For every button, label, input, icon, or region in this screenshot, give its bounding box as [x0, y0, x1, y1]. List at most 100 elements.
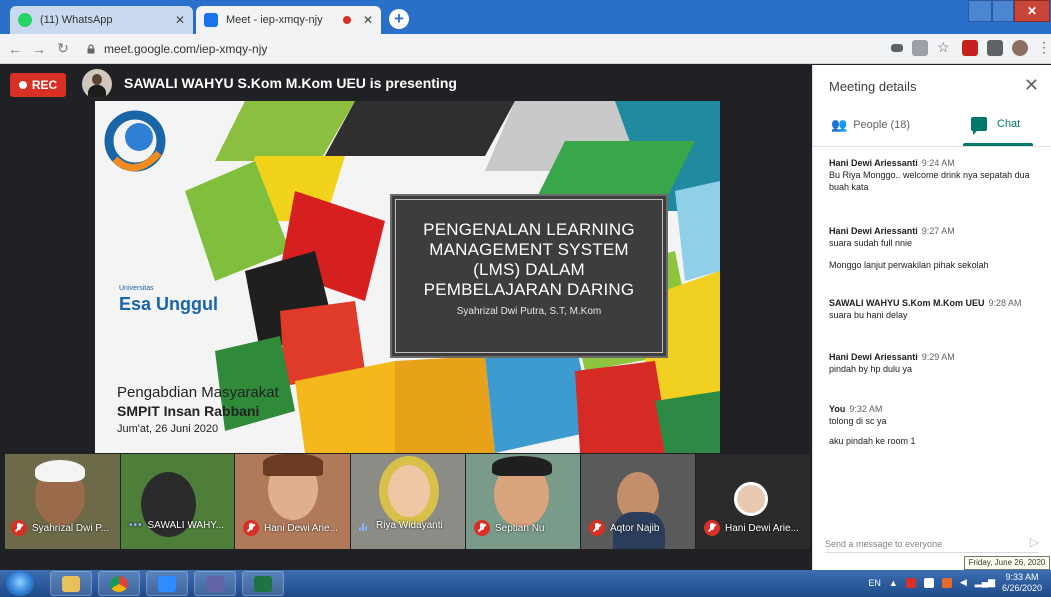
- teams-icon: [206, 575, 224, 592]
- mic-off-icon: [704, 520, 720, 536]
- mic-off-icon: [589, 520, 605, 536]
- screen: (11) WhatsApp ✕ Meet - iep-xmqy-njy ✕ + …: [0, 0, 1051, 597]
- recording-badge: REC: [10, 73, 66, 97]
- message-sender: Hani Dewi Ariessanti: [829, 226, 918, 236]
- slide-author: Syahrizal Dwi Putra, S.T, M.Kom: [456, 306, 602, 317]
- minimize-button[interactable]: [968, 0, 992, 22]
- tray-app-icon[interactable]: [905, 577, 916, 588]
- taskbar-zoom[interactable]: [146, 571, 188, 596]
- more-options-icon[interactable]: •••: [129, 520, 143, 531]
- chat-message: SAWALI WAHYU S.Kom M.Kom UEU 9:28 AM suar…: [829, 297, 1047, 321]
- participant-avatar: [734, 482, 768, 516]
- message-text: suara bu hani delay: [829, 310, 908, 320]
- people-icon: 👥: [831, 117, 848, 132]
- participant-name: Hani Dewi Arie...: [264, 522, 338, 534]
- tab-people[interactable]: 👥 People (18): [831, 117, 910, 133]
- signal-icon[interactable]: ▂▄▆: [975, 577, 995, 588]
- back-icon[interactable]: ←: [6, 41, 24, 57]
- slide-subtitle: Pengabdian Masyarakat: [117, 384, 279, 401]
- taskbar-chrome[interactable]: [98, 571, 140, 596]
- participant-tile[interactable]: Syahrizal Dwi P...: [5, 454, 120, 549]
- taskbar-teams[interactable]: [194, 571, 236, 596]
- panel-title: Meeting details: [829, 79, 917, 94]
- participant-tile[interactable]: Hani Dewi Arie...: [696, 454, 810, 549]
- extension-red-icon[interactable]: [962, 40, 978, 56]
- divider: [813, 146, 1051, 147]
- translate-icon[interactable]: [912, 40, 928, 56]
- chat-tab-label: Chat: [997, 118, 1021, 130]
- slide-title-line: MANAGEMENT SYSTEM: [429, 240, 629, 259]
- system-tray: EN ▲ ◀ ▂▄▆: [868, 577, 995, 588]
- clock-time: 9:33 AM: [1005, 572, 1039, 582]
- close-icon[interactable]: ✕: [1024, 75, 1039, 96]
- close-window-button[interactable]: ✕: [1014, 0, 1050, 22]
- logo-name: Esa Unggul: [119, 294, 219, 314]
- new-tab-button[interactable]: +: [389, 9, 409, 29]
- forward-icon[interactable]: →: [30, 41, 48, 57]
- taskbar-clock[interactable]: 9:33 AM 6/26/2020: [999, 572, 1045, 594]
- participant-tile[interactable]: Hani Dewi Arie...: [235, 454, 350, 549]
- start-button[interactable]: [6, 571, 34, 596]
- tab-title: (11) WhatsApp: [40, 14, 113, 26]
- participant-strip: Syahrizal Dwi P... ••• SAWALI WAHY... Ha…: [0, 454, 812, 570]
- mic-off-icon: [243, 520, 259, 536]
- chat-message: You 9:32 AM tolong di sc ya aku pindah ke…: [829, 403, 1047, 447]
- reload-icon[interactable]: ↻: [54, 40, 72, 57]
- menu-icon[interactable]: ⋮: [1037, 40, 1051, 56]
- windows-taskbar: EN ▲ ◀ ▂▄▆ 9:33 AM 6/26/2020: [0, 570, 1051, 597]
- camera-icon[interactable]: [891, 44, 903, 52]
- whatsapp-icon: [18, 13, 32, 27]
- language-indicator[interactable]: EN: [868, 578, 881, 588]
- message-sender: Hani Dewi Ariessanti: [829, 352, 918, 362]
- participant-name: Aqtor Najib: [610, 522, 660, 534]
- presentation-slide: Universitas Esa Unggul PENGENALAN LEARNI…: [95, 101, 720, 453]
- message-time: 9:32 AM: [849, 404, 883, 414]
- tab-meet[interactable]: Meet - iep-xmqy-njy ✕: [196, 6, 381, 34]
- slide-school: SMPIT Insan Rabbani: [117, 403, 260, 419]
- record-dot-icon: [18, 81, 27, 89]
- university-logo: [104, 110, 166, 172]
- taskbar-explorer[interactable]: [50, 571, 92, 596]
- address-bar[interactable]: meet.google.com/iep-xmqy-njy: [86, 38, 846, 60]
- tab-title: Meet - iep-xmqy-njy: [226, 14, 323, 26]
- participant-tile[interactable]: Septian Nu: [466, 454, 580, 549]
- people-tab-label: People (18): [853, 119, 911, 131]
- video-icon: [158, 575, 176, 592]
- flag-icon[interactable]: [923, 577, 934, 588]
- close-tab-icon[interactable]: ✕: [363, 13, 373, 27]
- slide-title-box: PENGENALAN LEARNING MANAGEMENT SYSTEM (L…: [390, 194, 668, 358]
- maximize-button[interactable]: [992, 0, 1014, 22]
- presenter-avatar: [82, 69, 112, 99]
- participant-tile[interactable]: Riya Widayanti: [351, 454, 465, 549]
- toolbar-icons: ☆ ⋮: [891, 40, 1051, 56]
- tray-shield-icon[interactable]: [941, 577, 952, 588]
- star-icon[interactable]: ☆: [937, 40, 953, 56]
- browser-toolbar: ← → ↻ meet.google.com/iep-xmqy-njy ☆ ⋮: [0, 34, 1051, 64]
- participant-name: Septian Nu: [495, 522, 545, 534]
- profile-avatar[interactable]: [1012, 40, 1028, 56]
- speaking-indicator-icon: [359, 521, 371, 531]
- message-time: 9:28 AM: [988, 298, 1022, 308]
- chat-icon: [971, 117, 987, 135]
- tab-chat[interactable]: Chat: [971, 117, 1021, 135]
- send-icon[interactable]: ▷: [1030, 535, 1039, 549]
- participant-name: Syahrizal Dwi P...: [32, 522, 110, 534]
- message-text: suara sudah full nnie: [829, 238, 913, 248]
- message-text: pindah by hp dulu ya: [829, 364, 913, 374]
- chat-input[interactable]: Send a message to everyone: [825, 535, 1039, 553]
- tray-arrow-icon[interactable]: ▲: [889, 578, 898, 588]
- participant-tile[interactable]: Aqtor Najib: [581, 454, 695, 549]
- taskbar-excel[interactable]: [242, 571, 284, 596]
- message-text: aku pindah ke room 1: [829, 436, 916, 446]
- participant-tile[interactable]: ••• SAWALI WAHY...: [121, 454, 234, 549]
- slide-title-line: (LMS) DALAM: [473, 260, 585, 279]
- mic-off-icon: [474, 520, 490, 536]
- chrome-icon: [110, 575, 128, 592]
- participant-name: Hani Dewi Arie...: [725, 522, 799, 534]
- clock-date: 6/26/2020: [1001, 583, 1043, 593]
- close-tab-icon[interactable]: ✕: [175, 13, 185, 27]
- volume-icon[interactable]: ◀: [960, 577, 967, 588]
- tab-whatsapp[interactable]: (11) WhatsApp ✕: [10, 6, 193, 34]
- message-sender: You: [829, 404, 846, 414]
- extensions-icon[interactable]: [987, 40, 1003, 56]
